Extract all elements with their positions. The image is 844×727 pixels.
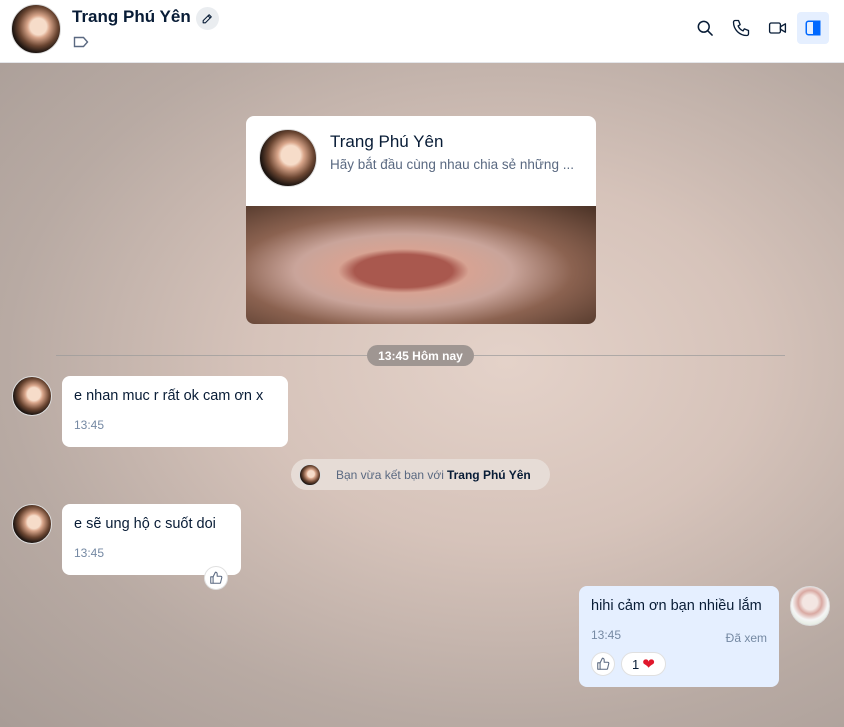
reaction-count-value: 1 [632, 656, 640, 672]
conversation-info-toggle[interactable] [797, 12, 829, 44]
profile-card[interactable]: Trang Phú Yên Hãy bắt đầu cùng nhau chia… [246, 116, 596, 324]
notice-name[interactable]: Trang Phú Yên [447, 468, 531, 482]
card-avatar [259, 129, 317, 187]
video-call-button[interactable] [761, 12, 793, 44]
search-button[interactable] [689, 12, 721, 44]
like-reaction-button[interactable] [591, 652, 615, 676]
phone-icon [732, 19, 750, 37]
reaction-count[interactable]: 1 ❤ [621, 652, 666, 676]
tag-icon [73, 36, 89, 48]
message-text: e nhan muc r rất ok cam ơn x [74, 388, 264, 404]
edit-name-button[interactable] [196, 7, 219, 30]
heart-icon: ❤ [642, 655, 655, 673]
notice-avatar [299, 463, 321, 486]
like-reaction-button[interactable] [204, 566, 228, 590]
message-time: 13:45 [74, 546, 105, 560]
my-avatar[interactable] [790, 586, 830, 626]
voice-call-button[interactable] [725, 12, 757, 44]
message-bubble[interactable]: e sẽ ung hộ c suốt doi 13:45 [62, 504, 241, 575]
card-photo[interactable] [246, 206, 596, 324]
divider-line-left [56, 355, 367, 356]
seen-status: Đã xem [725, 631, 767, 645]
card-description: Hãy bắt đầu cùng nhau chia sẻ những ... [330, 157, 574, 172]
card-name: Trang Phú Yên [330, 132, 444, 151]
contact-avatar[interactable] [11, 4, 61, 54]
notice-text: Bạn vừa kết bạn với [336, 467, 444, 482]
chat-area[interactable]: Trang Phú Yên Hãy bắt đầu cùng nhau chia… [0, 63, 844, 727]
thumbs-up-icon [597, 657, 610, 670]
video-icon [768, 22, 786, 34]
contact-name[interactable]: Trang Phú Yên [72, 7, 191, 27]
search-icon [697, 20, 713, 36]
sidebar-toggle-icon [805, 20, 821, 36]
message-time: 13:45 [74, 418, 105, 432]
friend-notice: Bạn vừa kết bạn với Trang Phú Yên [291, 459, 550, 490]
tag-button[interactable] [73, 34, 91, 50]
edit-icon [202, 14, 212, 24]
message-bubble[interactable]: e nhan muc r rất ok cam ơn x 13:45 [62, 376, 288, 447]
divider-line-right [474, 355, 785, 356]
chat-header: Trang Phú Yên [0, 0, 844, 63]
thumbs-up-icon [210, 571, 223, 584]
sender-avatar[interactable] [12, 504, 52, 544]
date-divider: 13:45 Hôm nay [367, 345, 474, 366]
message-text: hihi cảm ơn bạn nhiều lắm [591, 598, 762, 614]
sender-avatar[interactable] [12, 376, 52, 416]
message-text: e sẽ ung hộ c suốt doi [74, 516, 216, 532]
my-message-bubble[interactable]: hihi cảm ơn bạn nhiều lắm 13:45 Đã xem 1… [579, 586, 779, 687]
